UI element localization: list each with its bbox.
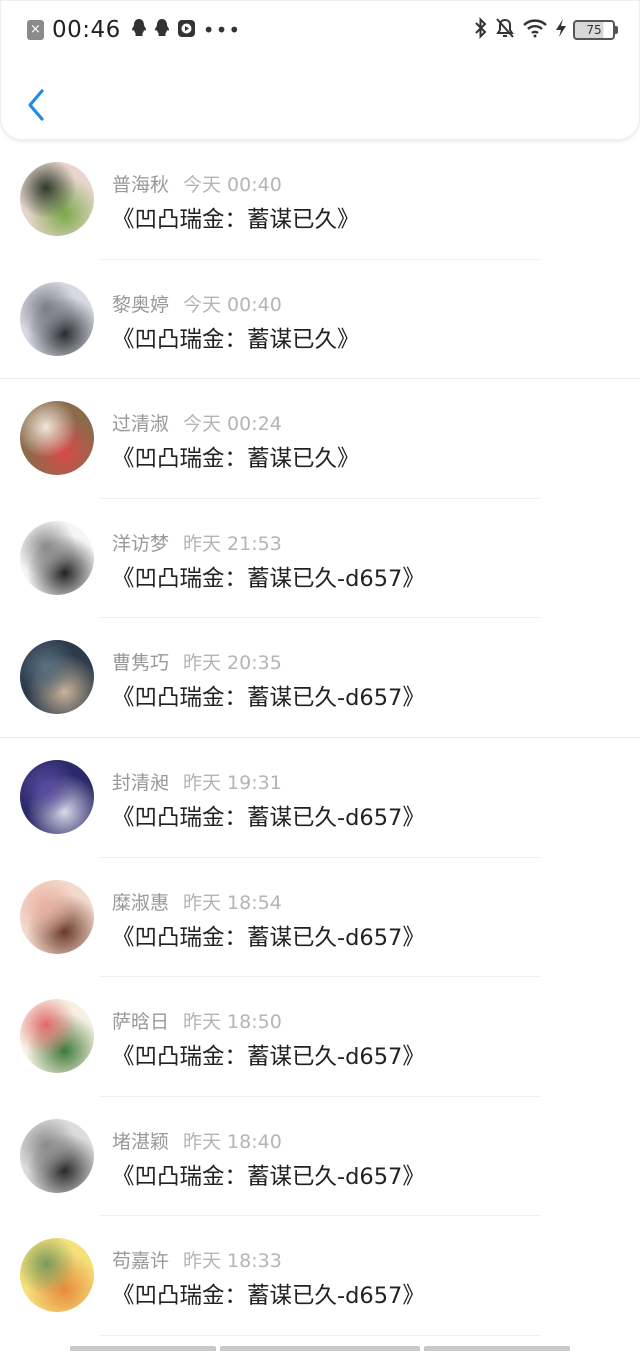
- avatar[interactable]: [20, 1238, 94, 1313]
- avatar[interactable]: [20, 162, 94, 236]
- message-row[interactable]: 封清昶 昨天 19:31 《凹凸瑞金：蓄谋已久-d657》: [0, 738, 640, 858]
- bottom-tab-indicator: [0, 1344, 640, 1351]
- message-row[interactable]: 过清淑 今天 00:24 《凹凸瑞金：蓄谋已久》: [0, 379, 640, 499]
- bell-muted-icon: [495, 17, 515, 43]
- sender-name[interactable]: 萨晗日: [112, 1011, 169, 1033]
- sender-line: 糜淑惠 昨天 18:54: [112, 888, 282, 915]
- sender-name[interactable]: 黎奥婷: [112, 294, 169, 316]
- status-time: 00:46: [52, 17, 121, 43]
- sender-line: 黎奥婷 今天 00:40: [112, 290, 282, 317]
- message-text[interactable]: 《凹凸瑞金：蓄谋已久-d657》: [112, 561, 425, 593]
- avatar[interactable]: [20, 879, 94, 954]
- message-row[interactable]: 普海秋 今天 00:40 《凹凸瑞金：蓄谋已久》: [0, 140, 640, 260]
- close-box-icon: ×: [27, 20, 44, 40]
- message-time: 昨天 18:54: [183, 891, 282, 914]
- qq-icon: [131, 18, 147, 42]
- status-bar: × 00:46 ••• 75: [1, 1, 640, 59]
- bottom-bar-segment: [424, 1346, 570, 1351]
- message-text[interactable]: 《凹凸瑞金：蓄谋已久-d657》: [112, 680, 425, 712]
- message-time: 昨天 18:33: [183, 1250, 282, 1273]
- message-row[interactable]: 苟嘉许 昨天 18:33 《凹凸瑞金：蓄谋已久-d657》: [0, 1216, 640, 1336]
- sender-name[interactable]: 洋访梦: [112, 533, 169, 555]
- avatar[interactable]: [20, 759, 94, 834]
- sender-line: 堵湛颖 昨天 18:40: [112, 1127, 282, 1154]
- sender-line: 洋访梦 昨天 21:53: [112, 529, 282, 556]
- message-time: 昨天 18:40: [183, 1130, 282, 1153]
- top-bar: × 00:46 ••• 75: [0, 0, 640, 140]
- message-text[interactable]: 《凹凸瑞金：蓄谋已久-d657》: [112, 1039, 425, 1071]
- message-row[interactable]: 曹隽巧 昨天 20:35 《凹凸瑞金：蓄谋已久-d657》: [0, 618, 640, 738]
- sender-name[interactable]: 普海秋: [112, 174, 169, 196]
- avatar[interactable]: [20, 520, 94, 595]
- qq-icon: [154, 18, 170, 42]
- sender-name[interactable]: 糜淑惠: [112, 892, 169, 914]
- message-time: 昨天 18:50: [183, 1011, 282, 1034]
- more-dots-icon: •••: [202, 18, 242, 42]
- sender-line: 苟嘉许 昨天 18:33: [112, 1246, 282, 1273]
- sender-line: 曹隽巧 昨天 20:35: [112, 648, 282, 675]
- chevron-left-icon: [28, 89, 44, 121]
- message-time: 今天 00:40: [183, 174, 282, 196]
- bluetooth-icon: [474, 17, 488, 43]
- message-row[interactable]: 萨晗日 昨天 18:50 《凹凸瑞金：蓄谋已久-d657》: [0, 977, 640, 1097]
- message-text[interactable]: 《凹凸瑞金：蓄谋已久-d657》: [112, 1278, 425, 1310]
- battery-indicator: 75: [573, 20, 618, 40]
- message-time: 昨天 20:35: [183, 652, 282, 675]
- bottom-bar-segment: [70, 1346, 216, 1351]
- avatar[interactable]: [20, 281, 94, 356]
- message-row[interactable]: 堵湛颖 昨天 18:40 《凹凸瑞金：蓄谋已久-d657》: [0, 1097, 640, 1217]
- message-time: 昨天 21:53: [183, 532, 282, 555]
- bottom-bar-segment: [220, 1346, 420, 1351]
- message-text[interactable]: 《凹凸瑞金：蓄谋已久》: [112, 322, 360, 354]
- message-time: 今天 00:40: [183, 293, 282, 316]
- message-time: 昨天 19:31: [183, 771, 282, 794]
- sender-name[interactable]: 曹隽巧: [112, 652, 169, 674]
- play-box-icon: [177, 19, 196, 42]
- message-row[interactable]: 黎奥婷 今天 00:40 《凹凸瑞金：蓄谋已久》: [0, 260, 640, 380]
- message-text[interactable]: 《凹凸瑞金：蓄谋已久-d657》: [112, 800, 425, 832]
- row-divider: [100, 1334, 540, 1336]
- sender-name[interactable]: 过清淑: [112, 413, 169, 435]
- message-text[interactable]: 《凹凸瑞金：蓄谋已久》: [112, 202, 360, 234]
- message-text[interactable]: 《凹凸瑞金：蓄谋已久-d657》: [112, 1159, 425, 1191]
- avatar[interactable]: [20, 1118, 94, 1193]
- message-row[interactable]: 洋访梦 昨天 21:53 《凹凸瑞金：蓄谋已久-d657》: [0, 499, 640, 619]
- sender-name[interactable]: 封清昶: [112, 772, 169, 794]
- message-list: 普海秋 今天 00:40 《凹凸瑞金：蓄谋已久》 黎奥婷 今天 00:40 《凹凸瑞金：蓄…: [0, 140, 640, 1336]
- charging-icon: [555, 18, 567, 42]
- avatar[interactable]: [20, 401, 94, 476]
- message-time: 今天 00:24: [183, 413, 282, 436]
- sender-line: 普海秋 今天 00:40: [112, 170, 282, 197]
- avatar[interactable]: [20, 999, 94, 1074]
- avatar[interactable]: [20, 640, 94, 715]
- message-text[interactable]: 《凹凸瑞金：蓄谋已久》: [112, 441, 360, 473]
- sender-name[interactable]: 堵湛颖: [112, 1131, 169, 1153]
- sender-line: 萨晗日 昨天 18:50: [112, 1007, 282, 1034]
- sender-line: 过清淑 今天 00:24: [112, 409, 282, 436]
- wifi-icon: [522, 18, 548, 42]
- back-button[interactable]: [23, 85, 53, 125]
- sender-line: 封清昶 昨天 19:31: [112, 768, 282, 795]
- sender-name[interactable]: 苟嘉许: [112, 1250, 169, 1272]
- message-text[interactable]: 《凹凸瑞金：蓄谋已久-d657》: [112, 920, 425, 952]
- message-row[interactable]: 糜淑惠 昨天 18:54 《凹凸瑞金：蓄谋已久-d657》: [0, 858, 640, 978]
